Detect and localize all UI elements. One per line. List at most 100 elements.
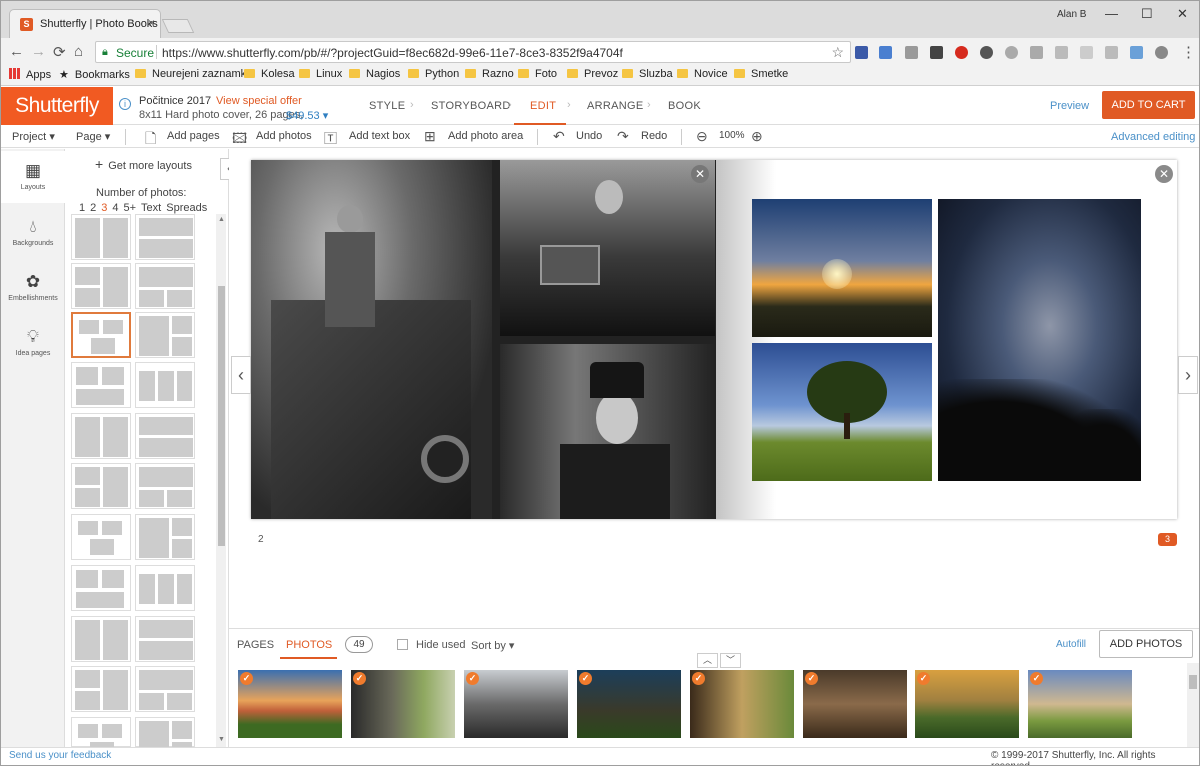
url-text[interactable]: https://www.shutterfly.com/pb/#/?project… xyxy=(162,46,623,60)
bookmark-folder[interactable]: Foto xyxy=(518,68,557,80)
tray-photo[interactable]: ✓ xyxy=(915,670,1019,738)
bookmark-folder[interactable]: Prevoz xyxy=(567,68,618,80)
next-page-button[interactable]: › xyxy=(1178,356,1198,394)
add-photo-area-button[interactable]: Add photo area xyxy=(448,130,523,142)
tray-photo[interactable]: ✓ xyxy=(577,670,681,738)
filter-option[interactable]: Spreads xyxy=(166,202,207,214)
tray-collapse-button[interactable]: ﹀ xyxy=(720,653,741,668)
layout-thumbnail[interactable] xyxy=(71,463,131,509)
zoom-in-icon[interactable]: ⊕ xyxy=(751,128,763,145)
home-icon[interactable]: ⌂ xyxy=(74,43,83,60)
tray-photo[interactable]: ✓ xyxy=(464,670,568,738)
forward-icon[interactable]: → xyxy=(31,43,46,60)
bookmark-folder[interactable]: Python xyxy=(408,68,459,80)
photo-locomotive-engineer[interactable] xyxy=(251,160,492,519)
layout-thumbnail[interactable] xyxy=(135,717,195,761)
layout-thumbnail[interactable] xyxy=(71,362,131,408)
advanced-editing-link[interactable]: Advanced editing xyxy=(1111,131,1195,143)
layout-thumbnail[interactable] xyxy=(135,263,195,309)
step-edit[interactable]: EDIT xyxy=(530,100,556,112)
filter-option[interactable]: 1 xyxy=(79,202,85,214)
layout-thumbnail[interactable] xyxy=(135,616,195,662)
step-arrange[interactable]: ARRANGE xyxy=(587,100,644,112)
extension-icon[interactable] xyxy=(1130,46,1143,59)
bookmark-folder[interactable]: Nagios xyxy=(349,68,400,80)
layout-thumbnail[interactable] xyxy=(71,312,131,358)
hide-used-label[interactable]: Hide used xyxy=(416,639,466,651)
browser-menu-icon[interactable]: ⋮ xyxy=(1181,43,1196,61)
page-menu[interactable]: Page ▾ xyxy=(76,130,110,143)
scroll-up-icon[interactable]: ▲ xyxy=(218,216,225,223)
layout-thumbnail[interactable] xyxy=(71,565,131,611)
filter-option[interactable]: 5+ xyxy=(124,202,137,214)
project-menu[interactable]: Project ▾ xyxy=(12,130,55,143)
tray-expand-button[interactable]: ︿ xyxy=(697,653,718,668)
extension-icon[interactable] xyxy=(855,46,868,59)
filter-option[interactable]: Text xyxy=(141,202,161,214)
add-pages-button[interactable]: Add pages xyxy=(167,130,220,142)
layout-thumbnail[interactable] xyxy=(135,514,195,560)
bookmark-folder[interactable]: Novice xyxy=(677,68,728,80)
photo-train-conductor[interactable] xyxy=(500,344,715,519)
bookmark-folder[interactable]: Linux xyxy=(299,68,342,80)
extension-icon[interactable] xyxy=(1055,46,1068,59)
layout-thumbnail[interactable] xyxy=(71,666,131,712)
get-more-layouts-button[interactable]: + Get more layouts xyxy=(95,156,192,172)
layout-thumbnail[interactable] xyxy=(135,312,195,358)
remove-page-icon[interactable]: ✕ xyxy=(1155,165,1173,183)
layout-thumbnail[interactable] xyxy=(135,214,195,260)
step-storyboard[interactable]: STORYBOARD xyxy=(431,100,511,112)
special-offer-link[interactable]: View special offer xyxy=(216,95,302,107)
extension-icon[interactable] xyxy=(1155,46,1168,59)
photo-milky-way[interactable] xyxy=(938,199,1141,481)
add-text-box-button[interactable]: Add text box xyxy=(349,130,410,142)
maximize-button[interactable]: ☐ xyxy=(1141,6,1153,22)
layout-thumbnail[interactable] xyxy=(71,413,131,459)
layout-thumbnail[interactable] xyxy=(135,463,195,509)
zoom-out-icon[interactable]: ⊖ xyxy=(696,128,708,145)
remove-page-icon[interactable]: ✕ xyxy=(691,165,709,183)
previous-page-button[interactable]: ‹ xyxy=(231,356,251,394)
tab-close-icon[interactable]: × xyxy=(148,16,155,30)
bookmark-item[interactable]: ★ Bookmarks xyxy=(59,68,130,81)
hide-used-checkbox[interactable] xyxy=(397,639,408,650)
bookmark-folder[interactable]: Sluzba xyxy=(622,68,673,80)
extension-icon[interactable] xyxy=(905,46,918,59)
add-photos-button[interactable]: Add photos xyxy=(256,130,312,142)
adblock-icon[interactable] xyxy=(955,46,968,59)
layout-thumbnail[interactable] xyxy=(71,616,131,662)
skype-icon[interactable] xyxy=(1005,46,1018,59)
tray-photo[interactable]: ✓ xyxy=(690,670,794,738)
minimize-button[interactable]: — xyxy=(1105,6,1118,21)
photo-sunset-sunburst[interactable] xyxy=(752,199,932,337)
close-window-button[interactable]: ✕ xyxy=(1177,6,1188,22)
info-icon[interactable]: i xyxy=(119,98,131,110)
filter-option[interactable]: 4 xyxy=(112,202,118,214)
undo-icon[interactable]: ↶ xyxy=(553,128,565,145)
rail-layouts[interactable]: ▦ Layouts xyxy=(1,161,65,191)
sort-by-dropdown[interactable]: Sort by ▾ xyxy=(471,639,514,652)
redo-icon[interactable]: ↷ xyxy=(617,128,629,145)
address-bar[interactable]: 🔒︎ Secure https://www.shutterfly.com/pb/… xyxy=(95,41,851,63)
add-photos-tray-button[interactable]: ADD PHOTOS xyxy=(1099,630,1193,658)
back-icon[interactable]: ← xyxy=(9,43,24,60)
layout-thumbnail[interactable] xyxy=(71,717,131,758)
scroll-down-icon[interactable]: ▼ xyxy=(218,736,225,743)
project-price-dropdown[interactable]: $49.53 ▾ xyxy=(286,109,328,122)
extension-icon[interactable] xyxy=(1080,46,1093,59)
add-text-icon[interactable]: 🅃︎ xyxy=(324,128,337,147)
bookmark-folder[interactable]: Kolesa xyxy=(244,68,295,80)
bookmark-folder[interactable]: Razno xyxy=(465,68,514,80)
bookmark-star-icon[interactable]: ☆ xyxy=(831,44,844,61)
layout-thumbnail[interactable] xyxy=(71,214,131,260)
layout-thumbnail[interactable] xyxy=(135,362,195,408)
tab-photos[interactable]: PHOTOS xyxy=(286,639,332,651)
shutterfly-logo[interactable]: Shutterfly xyxy=(1,87,113,125)
bookmark-folder[interactable]: Neurejeni zaznamki xyxy=(135,68,249,80)
tray-photo[interactable]: ✓ xyxy=(351,670,455,738)
layout-thumbnail[interactable] xyxy=(135,666,195,712)
autofill-link[interactable]: Autofill xyxy=(1056,639,1086,650)
extension-icon[interactable] xyxy=(1030,46,1043,59)
profile-name[interactable]: Alan B xyxy=(1057,9,1086,20)
layout-thumbnail[interactable] xyxy=(71,263,131,309)
